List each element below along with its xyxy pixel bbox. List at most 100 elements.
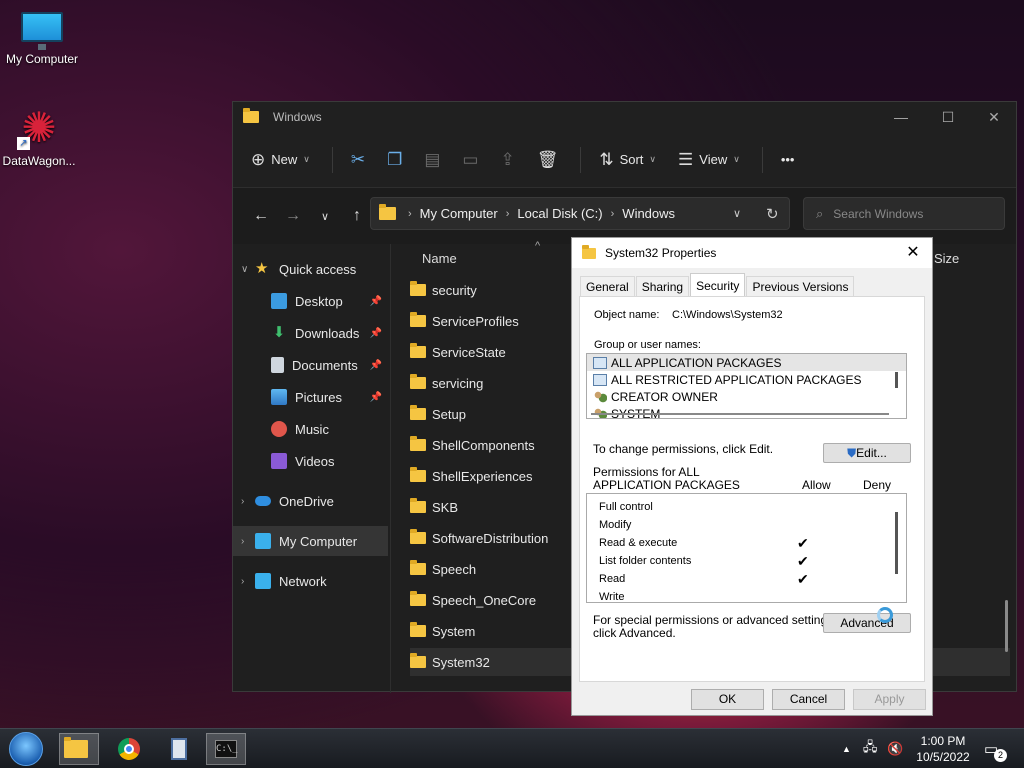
share-icon: ⇪	[500, 149, 515, 169]
sidebar-label: Videos	[295, 453, 335, 469]
breadcrumb-windows[interactable]: Windows	[622, 206, 675, 221]
view-button[interactable]: ☰ View ∨	[678, 150, 740, 170]
sidebar-item-network[interactable]: › Network	[233, 566, 388, 596]
close-button[interactable]: ✕	[971, 102, 1017, 132]
share-button[interactable]: ⇪	[500, 150, 514, 170]
sidebar-item-quick-access[interactable]: ∨ ★ Quick access	[233, 254, 388, 284]
network-status-icon[interactable]: 🖧	[863, 738, 878, 760]
paste-button[interactable]: ▤	[424, 150, 440, 170]
maximize-button[interactable]: ☐	[925, 102, 971, 132]
folder-icon	[410, 560, 426, 575]
cut-button[interactable]: ✂	[351, 150, 365, 170]
sidebar-item-documents[interactable]: Documents 📌	[233, 350, 388, 380]
special-permissions-text: For special permissions or advanced sett…	[593, 613, 837, 627]
notification-center-button[interactable]: ▭ 2	[984, 729, 1007, 768]
desktop-icon-label: DataWagon...	[2, 154, 76, 168]
taskbar-chrome[interactable]	[109, 733, 149, 765]
permissions-scrollbar[interactable]	[895, 512, 898, 574]
sidebar-item-my-computer[interactable]: › My Computer	[233, 526, 388, 556]
address-bar[interactable]: › My Computer › Local Disk (C:) › Window…	[370, 197, 790, 230]
vertical-scrollbar[interactable]	[1005, 600, 1008, 652]
system-tray: ▲ 🖧 🔇	[842, 729, 904, 768]
permission-name: Write	[599, 591, 625, 603]
sidebar-item-desktop[interactable]: Desktop 📌	[233, 286, 388, 316]
listbox-hscrollbar[interactable]	[591, 413, 889, 415]
permission-name: Read & execute	[599, 537, 678, 549]
listbox-scrollbar[interactable]	[895, 372, 898, 388]
copy-button[interactable]: ❐	[387, 150, 402, 170]
tab-general[interactable]: General	[580, 276, 635, 296]
delete-button[interactable]: 🗑	[537, 150, 559, 170]
ok-button[interactable]: OK	[691, 689, 764, 710]
taskbar-terminal[interactable]: C:\_	[206, 733, 246, 765]
new-button[interactable]: ⊕ New ∨	[251, 150, 310, 170]
dialog-close-button[interactable]: ✕	[898, 238, 928, 268]
advanced-button[interactable]: Advanced	[823, 613, 911, 633]
sidebar-item-music[interactable]: Music	[233, 414, 388, 444]
tab-security[interactable]: Security	[690, 273, 746, 296]
search-box[interactable]: ⌕ Search Windows	[803, 197, 1005, 230]
column-header-name[interactable]: Name	[422, 244, 457, 274]
refresh-icon[interactable]: ↻	[766, 205, 779, 223]
list-item[interactable]: ALL RESTRICTED APPLICATION PACKAGES	[587, 371, 906, 388]
sidebar-item-videos[interactable]: Videos	[233, 446, 388, 476]
edit-button[interactable]: ⛊Edit...	[823, 443, 911, 463]
permission-row: Read ✔	[587, 570, 906, 588]
special-permissions-text-2: click Advanced.	[593, 626, 676, 640]
list-item[interactable]: SYSTEM	[587, 405, 906, 418]
breadcrumb-my-computer[interactable]: My Computer	[420, 206, 498, 221]
folder-icon	[410, 591, 426, 606]
permissions-list[interactable]: Full control Modify Read & execute ✔ List fo…	[586, 493, 907, 603]
volume-icon[interactable]: 🔇	[887, 741, 903, 757]
permission-row: Write	[587, 588, 906, 603]
dialog-titlebar[interactable]: System32 Properties ✕	[572, 238, 932, 268]
sidebar-label: Documents	[292, 357, 358, 373]
sidebar-label: Quick access	[279, 261, 357, 277]
taskbar-app[interactable]	[159, 733, 199, 765]
back-button[interactable]: ←	[245, 207, 277, 225]
breadcrumb-local-disk[interactable]: Local Disk (C:)	[517, 206, 602, 221]
chevron-down-icon: ∨	[733, 154, 740, 164]
forward-button[interactable]: →	[277, 207, 309, 225]
desktop-icon-datawagon[interactable]: ✺ ↗ DataWagon...	[0, 106, 81, 169]
navigation-pane: ∨ ★ Quick access Desktop 📌 ⬇ Downloads 📌 Docu…	[233, 244, 391, 693]
rename-icon: ▭	[462, 149, 479, 169]
list-item[interactable]: CREATOR OWNER	[587, 388, 906, 405]
group-listbox[interactable]: ALL APPLICATION PACKAGES ALL RESTRICTED …	[586, 353, 907, 419]
show-hidden-icons-button[interactable]: ▲	[842, 744, 851, 754]
sidebar-item-downloads[interactable]: ⬇ Downloads 📌	[233, 318, 388, 348]
folder-icon	[64, 737, 88, 758]
checkmark-icon: ✔	[797, 570, 809, 587]
recent-locations-button[interactable]: ∨	[309, 210, 341, 223]
apply-button[interactable]: Apply	[853, 689, 926, 710]
file-name: ServiceProfiles	[432, 313, 519, 329]
address-dropdown-icon[interactable]: ∨	[733, 207, 741, 220]
up-button[interactable]: ↑	[341, 207, 373, 225]
sort-icon: ⇅	[599, 149, 614, 169]
more-options-button[interactable]: •••	[781, 152, 795, 167]
cancel-button[interactable]: Cancel	[772, 689, 845, 710]
desktop-icon-my-computer[interactable]: My Computer	[0, 12, 84, 66]
column-header-size[interactable]: Size	[934, 244, 959, 274]
star-icon: ★	[255, 260, 269, 277]
rename-button[interactable]: ▭	[462, 150, 478, 170]
file-name: Speech	[432, 561, 477, 577]
minimize-button[interactable]: —	[878, 102, 924, 132]
permission-row: Read & execute ✔	[587, 534, 906, 552]
sidebar-label: Music	[295, 421, 329, 437]
permission-name: List folder contents	[599, 555, 692, 567]
explorer-titlebar[interactable]: Windows — ☐ ✕	[233, 102, 1016, 132]
chevron-right-icon: ›	[241, 495, 245, 507]
list-item[interactable]: ALL APPLICATION PACKAGES	[587, 354, 906, 371]
sidebar-item-pictures[interactable]: Pictures 📌	[233, 382, 388, 412]
tab-previous-versions[interactable]: Previous Versions	[746, 276, 855, 296]
taskbar-file-explorer[interactable]	[59, 733, 99, 765]
file-name: SKB	[432, 499, 459, 515]
start-button[interactable]	[6, 731, 46, 767]
sort-button[interactable]: ⇅ Sort ∨	[599, 150, 656, 170]
tab-sharing[interactable]: Sharing	[635, 276, 690, 296]
sort-ascending-icon: ^	[535, 240, 541, 252]
taskbar-clock[interactable]: 1:00 PM 10/5/2022	[912, 733, 974, 765]
sidebar-item-onedrive[interactable]: › OneDrive	[233, 486, 388, 516]
videos-icon	[271, 453, 287, 469]
